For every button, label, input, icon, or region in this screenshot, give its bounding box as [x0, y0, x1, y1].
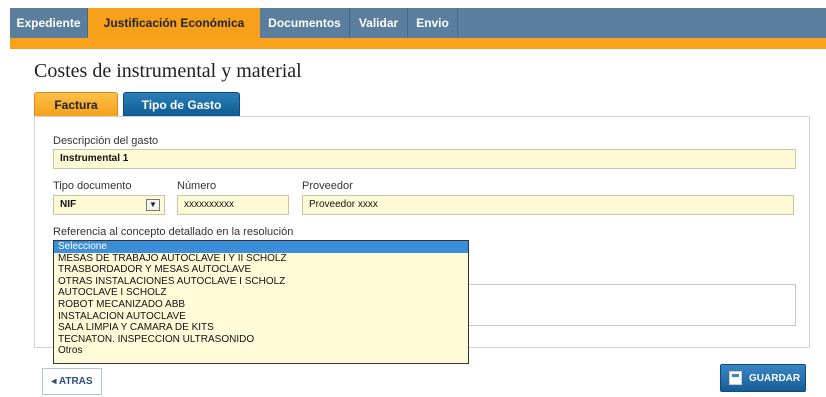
dropdown-option[interactable]: MESAS DE TRABAJO AUTOCLAVE I Y II SCHOLZ	[54, 253, 468, 265]
tipo-documento-select[interactable]: NIF ▼	[53, 195, 165, 215]
dropdown-option[interactable]: SALA LIMPIA Y CAMARA DE KITS	[54, 322, 468, 334]
proveedor-field[interactable]: Proveedor xxxx	[302, 195, 794, 215]
referencia-label: Referencia al concepto detallado en la r…	[53, 226, 294, 238]
numero-label: Número	[177, 180, 217, 192]
tab-expediente[interactable]: Expediente	[10, 8, 88, 38]
tab-justificacion-economica[interactable]: Justificación Económica	[88, 8, 260, 38]
top-navigation: Expediente Justificación Económica Docum…	[10, 8, 826, 38]
dropdown-option[interactable]: ROBOT MECANIZADO ABB	[54, 299, 468, 311]
dropdown-option[interactable]: INSTALACION AUTOCLAVE	[54, 311, 468, 323]
dropdown-option[interactable]: Otros	[54, 345, 468, 357]
back-button[interactable]: ◂ ATRAS	[42, 368, 102, 395]
back-button-label: ATRAS	[58, 376, 93, 387]
dropdown-option[interactable]: AUTOCLAVE I SCHOLZ	[54, 287, 468, 299]
numero-field[interactable]: xxxxxxxxxx	[177, 195, 289, 215]
subtab-tipo-de-gasto[interactable]: Tipo de Gasto	[123, 92, 240, 116]
proveedor-label: Proveedor	[302, 180, 353, 192]
save-icon	[729, 371, 742, 385]
tab-documentos[interactable]: Documentos	[260, 8, 350, 38]
tab-validar[interactable]: Validar	[350, 8, 408, 38]
dropdown-option[interactable]: TECNATON. INSPECCION ULTRASONIDO	[54, 334, 468, 346]
descripcion-label: Descripción del gasto	[53, 135, 159, 147]
save-button-label: GUARDAR	[749, 373, 801, 384]
tab-envio[interactable]: Envio	[408, 8, 458, 38]
referencia-dropdown-list[interactable]: Seleccione MESAS DE TRABAJO AUTOCLAVE I …	[53, 240, 469, 364]
save-button[interactable]: GUARDAR	[720, 364, 806, 392]
dropdown-option[interactable]: OTRAS INSTALACIONES AUTOCLAVE I SCHOLZ	[54, 276, 468, 288]
dropdown-option[interactable]: Seleccione	[54, 241, 468, 253]
chevron-left-icon: ◂	[51, 376, 57, 387]
tipo-documento-label: Tipo documento	[53, 180, 132, 192]
dropdown-option[interactable]: TRASBORDADOR Y MESAS AUTOCLAVE	[54, 264, 468, 276]
subtab-factura[interactable]: Factura	[34, 92, 118, 116]
descripcion-field[interactable]: Instrumental 1	[53, 149, 796, 169]
accent-bar	[10, 38, 826, 49]
tipo-documento-value: NIF	[60, 199, 77, 210]
chevron-down-icon[interactable]: ▼	[146, 199, 160, 211]
page-title: Costes de instrumental y material	[34, 60, 302, 82]
